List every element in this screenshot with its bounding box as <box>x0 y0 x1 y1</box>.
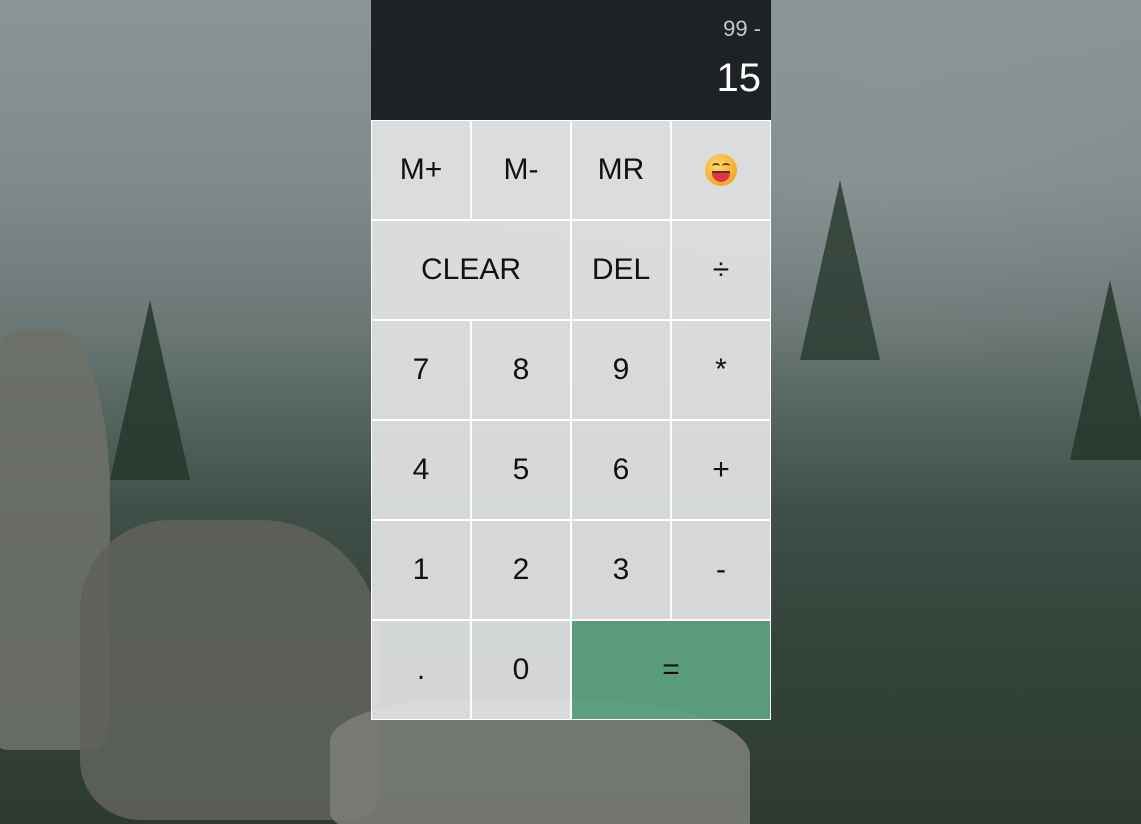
digit-3-button[interactable]: 3 <box>571 520 671 620</box>
calculator: 99 - 15 M+ M- MR CLEAR DEL ÷ 7 8 9 * 4 5… <box>371 0 771 720</box>
tree <box>1070 280 1141 460</box>
decimal-button[interactable]: . <box>371 620 471 720</box>
keypad: M+ M- MR CLEAR DEL ÷ 7 8 9 * 4 5 6 + 1 2… <box>371 120 771 720</box>
tree <box>800 180 880 360</box>
minus-button[interactable]: - <box>671 520 771 620</box>
digit-9-button[interactable]: 9 <box>571 320 671 420</box>
grinning-face-icon <box>705 154 737 186</box>
multiply-button[interactable]: * <box>671 320 771 420</box>
memory-add-button[interactable]: M+ <box>371 120 471 220</box>
divide-button[interactable]: ÷ <box>671 220 771 320</box>
digit-7-button[interactable]: 7 <box>371 320 471 420</box>
plus-button[interactable]: + <box>671 420 771 520</box>
current-operand: 15 <box>716 56 762 100</box>
digit-6-button[interactable]: 6 <box>571 420 671 520</box>
calculator-display: 99 - 15 <box>371 0 771 120</box>
previous-operand: 99 - <box>723 16 761 41</box>
digit-1-button[interactable]: 1 <box>371 520 471 620</box>
digit-4-button[interactable]: 4 <box>371 420 471 520</box>
digit-0-button[interactable]: 0 <box>471 620 571 720</box>
digit-8-button[interactable]: 8 <box>471 320 571 420</box>
emoji-button[interactable] <box>671 120 771 220</box>
clear-button[interactable]: CLEAR <box>371 220 571 320</box>
memory-recall-button[interactable]: MR <box>571 120 671 220</box>
digit-5-button[interactable]: 5 <box>471 420 571 520</box>
equals-button[interactable]: = <box>571 620 771 720</box>
digit-2-button[interactable]: 2 <box>471 520 571 620</box>
tree <box>110 300 190 480</box>
delete-button[interactable]: DEL <box>571 220 671 320</box>
memory-subtract-button[interactable]: M- <box>471 120 571 220</box>
